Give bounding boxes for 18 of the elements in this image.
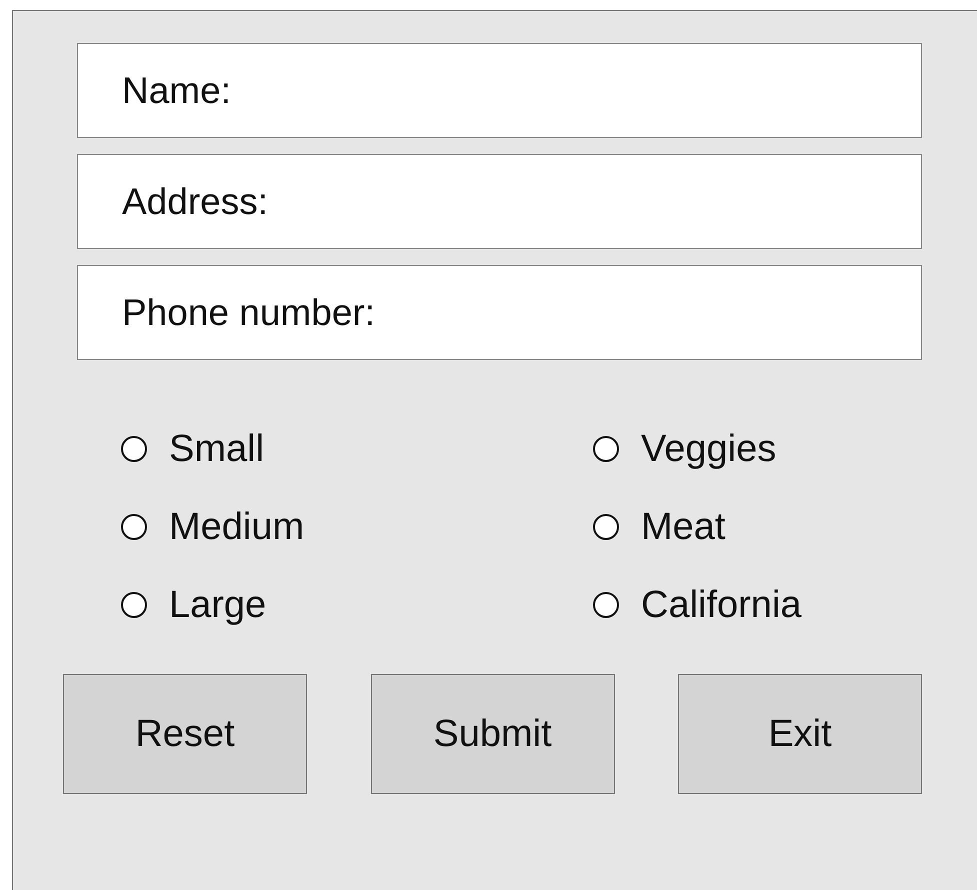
radio-option[interactable]: Small — [121, 424, 593, 474]
radio-option[interactable]: Veggies — [593, 424, 802, 474]
form-button[interactable]: Reset — [63, 674, 307, 794]
text-field[interactable]: Phone number: — [77, 265, 922, 360]
radio-button[interactable] — [121, 592, 147, 618]
form-button[interactable]: Submit — [370, 674, 614, 794]
radio-button[interactable] — [593, 436, 619, 462]
radio-option[interactable]: Large — [121, 580, 593, 630]
text-field[interactable]: Address: — [77, 154, 922, 249]
radio-button[interactable] — [593, 514, 619, 540]
radio-option[interactable]: Meat — [593, 502, 802, 552]
form-button[interactable]: Exit — [678, 674, 922, 794]
text-field[interactable]: Name: — [77, 43, 922, 138]
radio-button[interactable] — [593, 592, 619, 618]
radio-option[interactable]: Medium — [121, 502, 593, 552]
radio-button[interactable] — [121, 514, 147, 540]
radio-button[interactable] — [121, 436, 147, 462]
radio-option[interactable]: California — [593, 580, 802, 630]
